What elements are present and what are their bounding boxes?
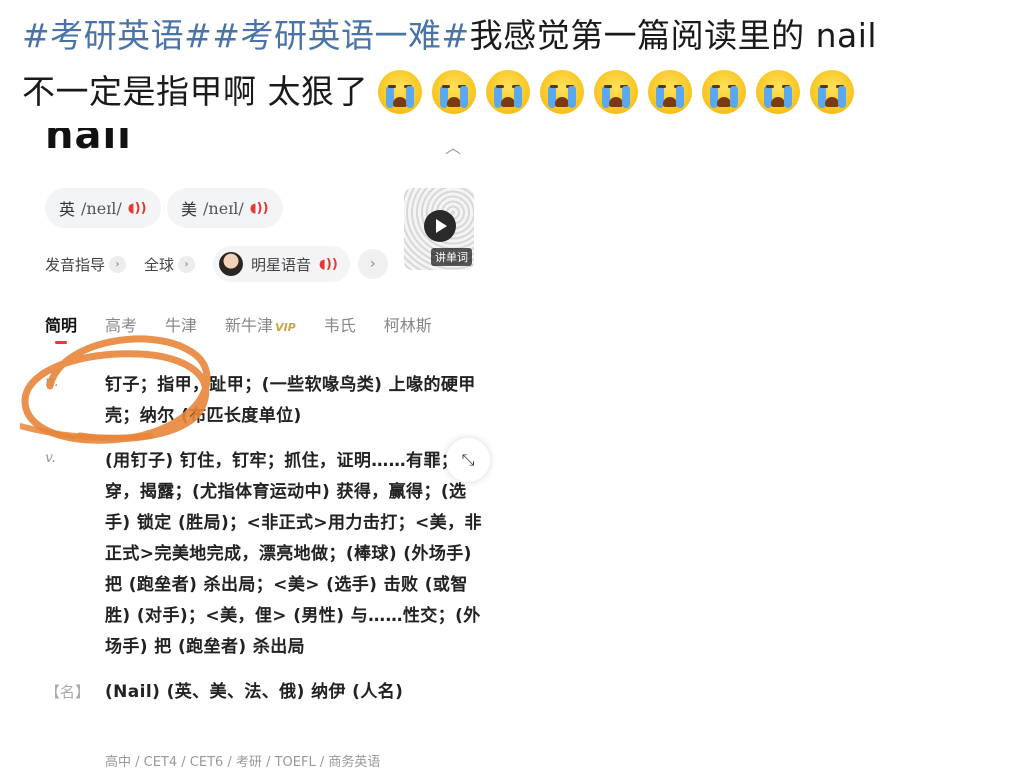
name-definition: 【名】 (Nail) (英、美、法、俄) 纳伊 (人名)	[45, 677, 485, 708]
pron-guide-link[interactable]: 发音指导 ›	[45, 254, 127, 275]
crying-face-icon	[432, 70, 476, 114]
part-of-speech: v.	[45, 450, 56, 466]
vip-badge: VIP	[275, 321, 296, 334]
crying-face-icon	[540, 70, 584, 114]
hashtag-kaoyan-english[interactable]: #考研英语#	[22, 8, 212, 64]
global-label: 全球	[144, 255, 175, 274]
uk-pronunciation-button[interactable]: 英 /neɪl/ ◖))	[45, 188, 161, 228]
tab-1[interactable]: 高考	[105, 312, 137, 336]
post-body-text-2: 不一定是指甲啊 太狠了	[22, 72, 368, 111]
tab-2[interactable]: 牛津	[165, 312, 197, 336]
hashtag-kaoyan-english-hard[interactable]: #考研英语一难#	[212, 8, 469, 64]
part-of-speech: 【名】	[45, 683, 91, 701]
verb-meaning: (用钉子) 钉住，钉牢；抓住，证明……有罪；戳穿，揭露；(尤指体育运动中) 获得…	[105, 451, 482, 657]
post-text: #考研英语# #考研英语一难# 我感觉第一篇阅读里的 nail 不一定是指甲啊 太…	[22, 8, 1002, 120]
verb-definition: v. (用钉子) 钉住，钉牢；抓住，证明……有罪；戳穿，揭露；(尤指体育运动中)…	[45, 446, 485, 663]
word-video-thumbnail[interactable]: 讲单词	[404, 188, 474, 270]
post-line-2: 不一定是指甲啊 太狠了	[22, 64, 1002, 120]
noun-definition: n. 钉子；指甲，趾甲；(一些软喙鸟类) 上喙的硬甲壳；纳尔 (布匹长度单位)	[45, 370, 485, 432]
crying-face-icon	[702, 70, 746, 114]
crying-face-icon	[810, 70, 854, 114]
tab-3[interactable]: 新牛津 VIP	[225, 312, 296, 336]
crying-face-icon	[756, 70, 800, 114]
us-ipa: /neɪl/	[203, 198, 244, 218]
emoji-row	[378, 70, 854, 114]
exam-tags: 高中 / CET4 / CET6 / 考研 / TOEFL / 商务英语	[105, 755, 381, 770]
post-body-text-1: 我感觉第一篇阅读里的 nail	[469, 16, 878, 55]
us-pronunciation-button[interactable]: 美 /neɪl/ ◖))	[167, 188, 283, 228]
video-caption: 讲单词	[431, 248, 472, 266]
global-link[interactable]: 全球 ›	[144, 254, 196, 275]
tab-label: 简明	[45, 316, 78, 335]
star-voice-button[interactable]: 明星语音 ◖))	[213, 246, 350, 282]
tab-label: 新牛津	[225, 316, 274, 335]
dictionary-tabs: 简明 高考 牛津 新牛津 VIP 韦氏 柯林斯	[45, 312, 460, 344]
expand-icon[interactable]: ⤡	[446, 438, 490, 482]
chevron-right-icon: ›	[178, 255, 196, 273]
pronunciation-options-row: 发音指导 › 全球 › 明星语音 ◖)) ›	[45, 246, 388, 282]
star-voice-label: 明星语音	[251, 255, 312, 274]
dictionary-word: nail	[45, 128, 132, 158]
tab-label: 牛津	[165, 316, 198, 335]
avatar	[219, 252, 244, 276]
tab-5[interactable]: 柯林斯	[384, 312, 432, 336]
tab-label: 柯林斯	[383, 316, 432, 335]
play-icon[interactable]	[424, 210, 456, 242]
crying-face-icon	[486, 70, 530, 114]
tab-0[interactable]: 简明	[45, 312, 78, 344]
tab-label: 韦氏	[323, 316, 356, 335]
speaker-icon: ◖))	[127, 200, 147, 216]
definitions: n. 钉子；指甲，趾甲；(一些软喙鸟类) 上喙的硬甲壳；纳尔 (布匹长度单位) …	[45, 370, 485, 722]
us-label: 美	[181, 200, 198, 219]
part-of-speech: n.	[45, 374, 59, 390]
chevron-right-icon: ›	[109, 255, 127, 273]
uk-label: 英	[59, 200, 76, 219]
speaker-icon: ◖))	[249, 200, 269, 216]
dictionary-screenshot[interactable]: nail ︿ 英 /neɪl/ ◖)) 美 /neɪl/ ◖)) 讲单词 发音指…	[20, 128, 496, 778]
name-meaning: (Nail) (英、美、法、俄) 纳伊 (人名)	[105, 682, 404, 702]
uk-ipa: /neɪl/	[81, 198, 122, 218]
post-line-1: #考研英语# #考研英语一难# 我感觉第一篇阅读里的 nail	[22, 8, 1002, 64]
tab-label: 高考	[105, 316, 138, 335]
chevron-right-button[interactable]: ›	[357, 249, 388, 279]
speaker-icon: ◖))	[319, 256, 338, 272]
crying-face-icon	[648, 70, 692, 114]
tab-4[interactable]: 韦氏	[324, 312, 356, 336]
pron-guide-label: 发音指导	[45, 255, 106, 274]
crying-face-icon	[594, 70, 638, 114]
crying-face-icon	[378, 70, 422, 114]
collapse-chevron-icon[interactable]: ︿	[445, 134, 461, 158]
noun-meaning: 钉子；指甲，趾甲；(一些软喙鸟类) 上喙的硬甲壳；纳尔 (布匹长度单位)	[105, 375, 476, 426]
